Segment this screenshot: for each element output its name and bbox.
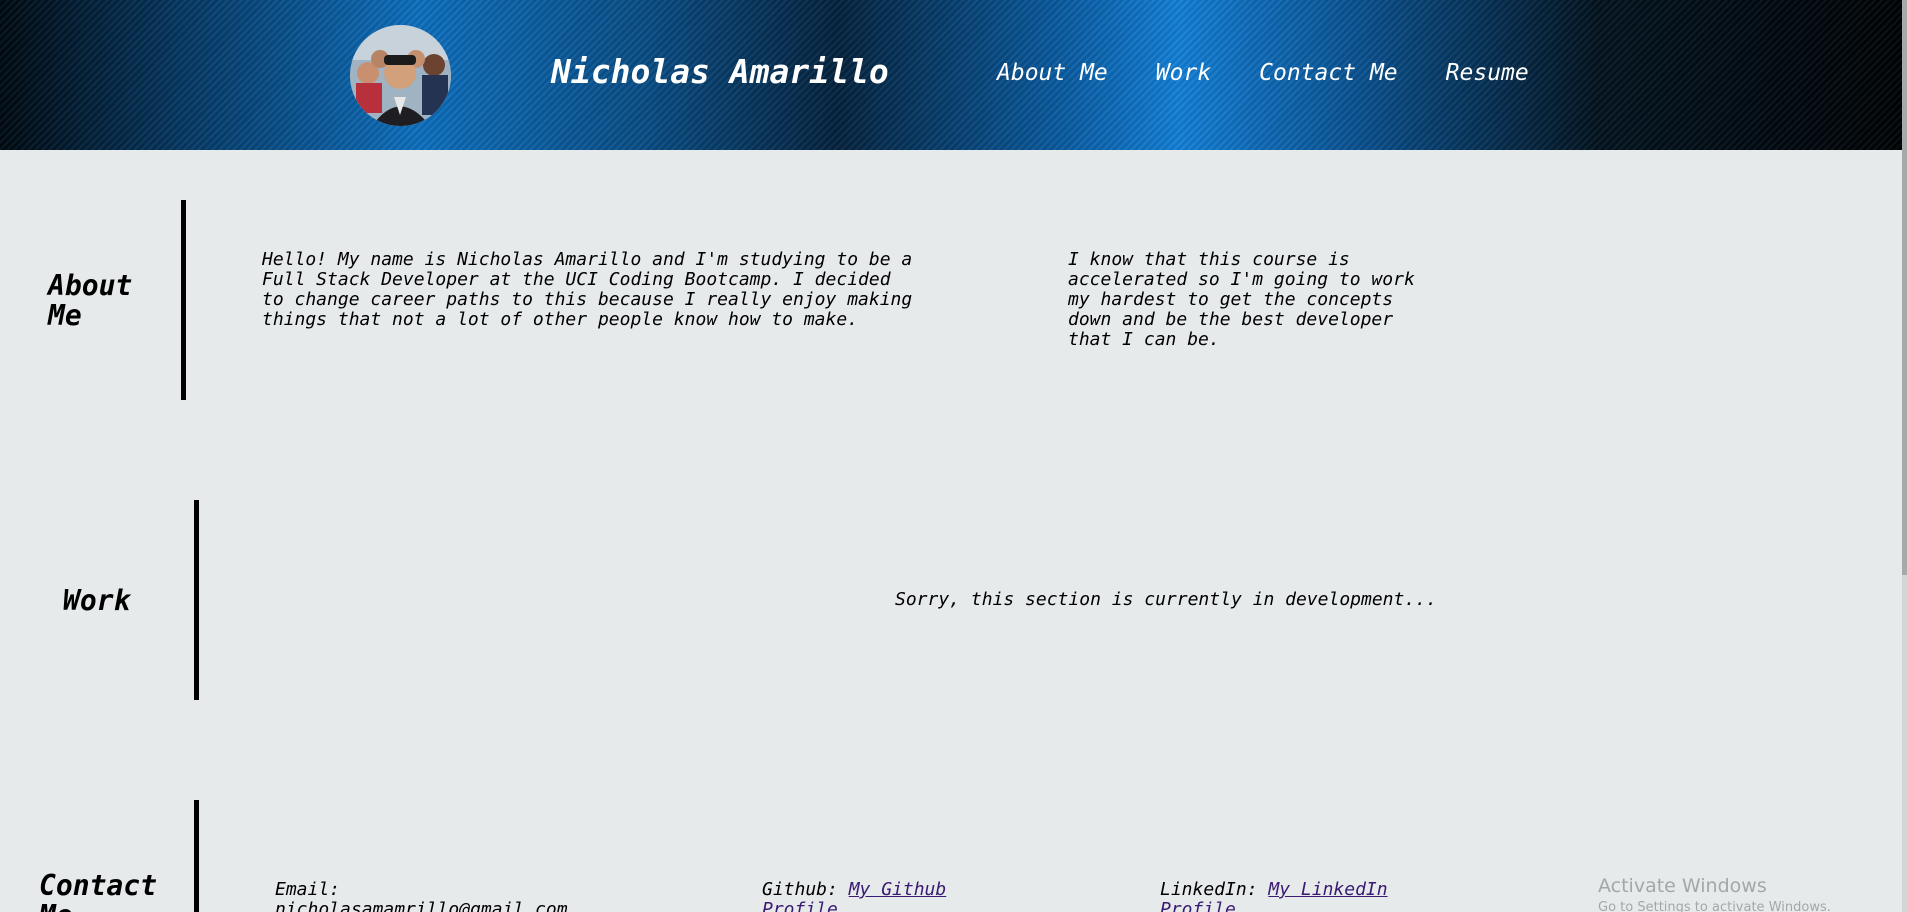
avatar-photo bbox=[350, 25, 451, 126]
contact-divider bbox=[194, 800, 199, 912]
activate-windows-subtitle: Go to Settings to activate Windows. bbox=[1598, 900, 1831, 912]
email-value: nicholasamamrillo@gmail.com bbox=[275, 899, 568, 912]
site-header: Nicholas Amarillo About Me Work Contact … bbox=[0, 0, 1902, 150]
main-nav: About Me Work Contact Me Resume bbox=[997, 60, 1529, 86]
about-paragraph-1: Hello! My name is Nicholas Amarillo and … bbox=[262, 249, 913, 330]
vertical-scrollbar[interactable] bbox=[1902, 0, 1907, 912]
contact-linkedin: LinkedIn: My LinkedIn Profile bbox=[1160, 880, 1400, 912]
avatar bbox=[350, 25, 451, 126]
work-divider bbox=[194, 500, 199, 700]
email-label: Email: bbox=[275, 879, 341, 900]
nav-about-me[interactable]: About Me bbox=[997, 60, 1108, 86]
linkedin-label: LinkedIn: bbox=[1160, 879, 1258, 900]
contact-heading: Contact Me bbox=[39, 869, 158, 912]
contact-github: Github: My Github Profile bbox=[762, 880, 972, 912]
work-message: Sorry, this section is currently in deve… bbox=[895, 589, 1437, 610]
scrollbar-thumb[interactable] bbox=[1902, 0, 1907, 575]
work-heading: Work bbox=[63, 584, 131, 617]
about-divider bbox=[181, 200, 186, 400]
about-paragraph-2: I know that this course is accelerated s… bbox=[1068, 249, 1415, 350]
about-heading: About Me bbox=[48, 269, 133, 332]
nav-contact-me[interactable]: Contact Me bbox=[1259, 60, 1397, 86]
nav-resume[interactable]: Resume bbox=[1446, 60, 1529, 86]
page: Nicholas Amarillo About Me Work Contact … bbox=[0, 0, 1907, 912]
github-label: Github: bbox=[762, 879, 838, 900]
contact-email: Email: nicholasamamrillo@gmail.com bbox=[275, 880, 575, 912]
nav-work[interactable]: Work bbox=[1156, 60, 1211, 86]
site-title: Nicholas Amarillo bbox=[551, 52, 889, 91]
activate-windows-title: Activate Windows bbox=[1598, 875, 1767, 897]
